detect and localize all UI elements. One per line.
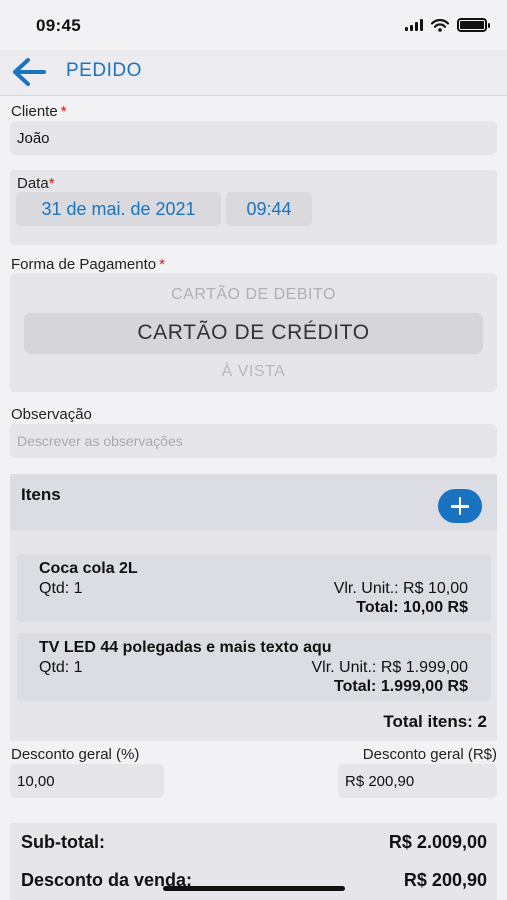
payment-method-picker[interactable]: CARTÃO DE DEBITO CARTÃO DE CRÉDITO À VIS…	[10, 273, 497, 392]
required-mark: *	[159, 256, 165, 273]
item-card[interactable]: TV LED 44 polegadas e mais texto aqu Qtd…	[17, 633, 491, 701]
items-section: Itens Coca cola 2L Qtd: 1 Vlr. Unit.: R$…	[10, 474, 497, 741]
time-value: 09:44	[246, 198, 292, 219]
item-unit-price: Vlr. Unit.: R$ 10,00	[333, 580, 468, 597]
date-value: 31 de mai. de 2021	[41, 198, 196, 219]
item-card[interactable]: Coca cola 2L Qtd: 1 Vlr. Unit.: R$ 10,00…	[17, 554, 491, 622]
data-label: Data*	[17, 175, 55, 192]
time-picker-button[interactable]: 09:44	[226, 192, 312, 226]
subtotal-value: R$ 2.009,00	[388, 832, 487, 852]
required-mark: *	[48, 175, 55, 192]
items-header: Itens	[10, 474, 497, 530]
status-bar: 09:45	[0, 0, 507, 50]
pagamento-label: Forma de Pagamento *	[11, 256, 165, 273]
subtotal-label: Sub-total:	[21, 832, 105, 852]
back-button[interactable]	[10, 54, 50, 90]
item-qty: Qtd: 1	[39, 659, 83, 676]
navigation-bar: PEDIDO	[0, 50, 507, 96]
data-label-text: Data	[17, 175, 49, 192]
item-total: Total: 10,00 R$	[356, 599, 468, 616]
status-icons	[405, 18, 490, 32]
observacao-label: Observação	[11, 406, 92, 423]
desconto-value-label: Desconto geral (R$)	[362, 746, 497, 763]
item-total: Total: 1.999,00 R$	[334, 678, 468, 695]
data-section: Data* 31 de mai. de 2021 09:44	[10, 170, 497, 245]
cliente-value: João	[17, 129, 50, 147]
picker-option-credito[interactable]: CARTÃO DE CRÉDITO	[10, 321, 497, 345]
battery-icon	[457, 18, 490, 32]
pagamento-label-text: Forma de Pagamento	[11, 256, 157, 273]
desconto-value-value: R$ 200,90	[345, 772, 415, 790]
back-arrow-icon	[13, 58, 46, 86]
cliente-label-text: Cliente	[11, 103, 58, 120]
cliente-field[interactable]: João	[10, 121, 497, 155]
desconto-percent-input[interactable]: 10,00	[10, 764, 164, 798]
page-title: PEDIDO	[66, 60, 142, 81]
desconto-percent-value: 10,00	[17, 772, 55, 790]
desconto-venda-value: R$ 200,90	[403, 870, 487, 890]
cellular-signal-icon	[405, 19, 423, 31]
item-name: Coca cola 2L	[39, 560, 138, 577]
item-qty: Qtd: 1	[39, 580, 83, 597]
items-title: Itens	[21, 485, 61, 504]
desconto-percent-label: Desconto geral (%)	[11, 746, 140, 763]
required-mark: *	[60, 103, 67, 120]
observacao-placeholder: Descrever as observações	[17, 433, 183, 449]
add-item-button[interactable]	[438, 489, 482, 523]
total-items-count: Total itens: 2	[383, 712, 487, 731]
cliente-label: Cliente *	[11, 103, 67, 120]
picker-option-debito[interactable]: CARTÃO DE DEBITO	[10, 286, 497, 304]
picker-option-vista[interactable]: À VISTA	[10, 363, 497, 381]
status-time: 09:45	[36, 16, 81, 35]
observacao-input[interactable]: Descrever as observações	[10, 424, 497, 458]
wifi-icon	[431, 18, 449, 32]
home-indicator[interactable]	[163, 886, 345, 891]
item-name: TV LED 44 polegadas e mais texto aqu	[39, 639, 332, 656]
date-picker-button[interactable]: 31 de mai. de 2021	[16, 192, 221, 226]
item-unit-price: Vlr. Unit.: R$ 1.999,00	[311, 659, 468, 676]
desconto-value-input[interactable]: R$ 200,90	[338, 764, 497, 798]
